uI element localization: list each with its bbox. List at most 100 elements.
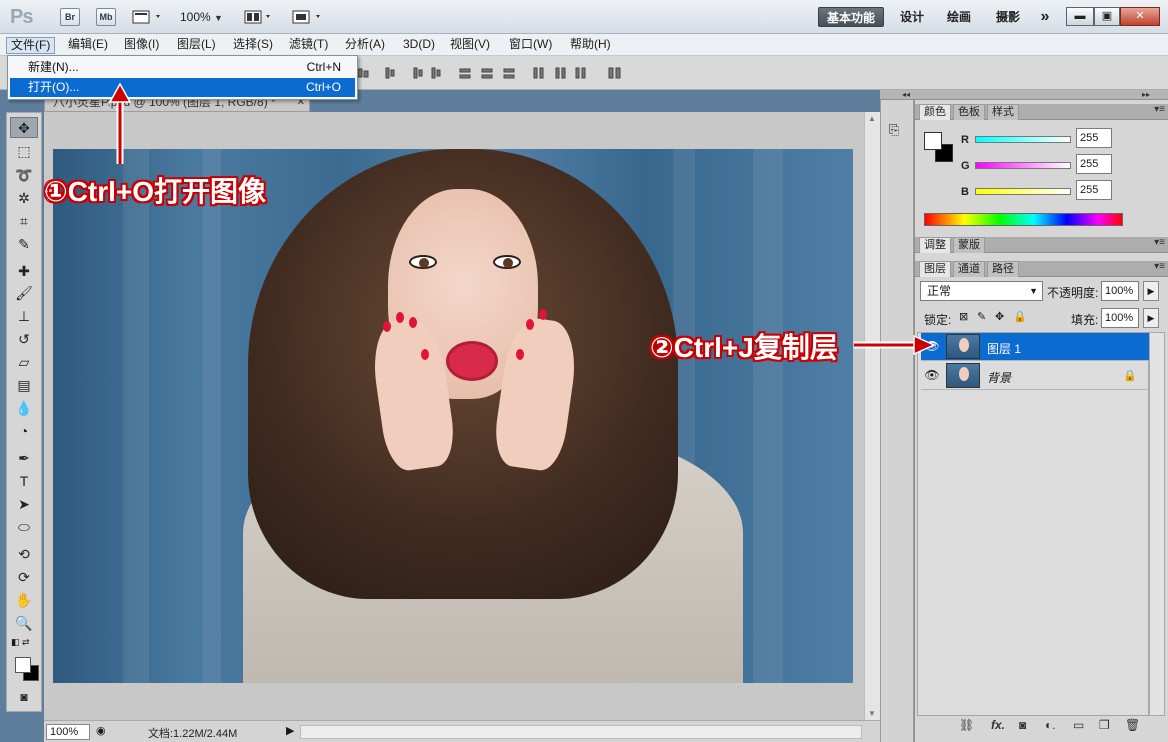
scroll-up-icon[interactable]: ▲ <box>868 114 876 123</box>
scroll-down-icon[interactable]: ▼ <box>868 709 876 718</box>
healing-brush-tool[interactable]: ✚ <box>10 261 38 282</box>
marquee-tool[interactable]: ⬚ <box>10 141 38 162</box>
green-value-field[interactable]: 255 <box>1076 154 1112 174</box>
type-tool[interactable]: T <box>10 471 38 492</box>
panel-menu-icon[interactable]: ▾≡ <box>1154 261 1165 272</box>
brush-tool[interactable]: 🖌 <box>10 283 38 304</box>
fill-slider-button[interactable]: ▶ <box>1143 308 1159 328</box>
zoom-level-select[interactable]: 100% ▼ <box>180 10 223 24</box>
blend-mode-select[interactable]: 正常 ▼ <box>920 281 1043 301</box>
green-slider[interactable] <box>975 162 1071 169</box>
opacity-field[interactable]: 100% <box>1101 281 1139 301</box>
tab-styles[interactable]: 样式 <box>987 104 1019 120</box>
menu-window[interactable]: 窗口(W) <box>505 37 556 54</box>
lock-all-icon[interactable]: 🔒 <box>1013 310 1027 323</box>
tab-layers[interactable]: 图层 <box>919 261 951 277</box>
distribute-buttons[interactable] <box>458 65 588 81</box>
3d-orbit-tool[interactable]: ⟳ <box>10 567 38 588</box>
fill-field[interactable]: 100% <box>1101 308 1139 328</box>
mini-bridge-button[interactable]: Mb <box>96 8 116 26</box>
lock-pixels-icon[interactable]: ✎ <box>977 310 986 323</box>
panel-menu-icon[interactable]: ▾≡ <box>1154 237 1165 248</box>
document-image[interactable] <box>53 149 853 683</box>
menu-item-new[interactable]: 新建(N)... Ctrl+N <box>10 58 355 77</box>
tab-swatches[interactable]: 色板 <box>953 104 985 120</box>
blur-tool[interactable]: 💧 <box>10 398 38 419</box>
lasso-tool[interactable]: ➰ <box>10 165 38 186</box>
close-button[interactable]: ✕ <box>1120 7 1160 26</box>
tab-adjustments[interactable]: 调整 <box>919 237 951 253</box>
history-brush-tool[interactable]: ↺ <box>10 329 38 350</box>
menu-layer[interactable]: 图层(L) <box>173 37 220 54</box>
tab-color[interactable]: 颜色 <box>919 104 951 120</box>
quick-select-tool[interactable]: ✲ <box>10 188 38 209</box>
foreground-color-swatch[interactable] <box>15 657 31 673</box>
menu-view[interactable]: 视图(V) <box>446 37 494 54</box>
opacity-slider-button[interactable]: ▶ <box>1143 281 1159 301</box>
workspace-essentials-button[interactable]: 基本功能 <box>818 7 884 27</box>
pen-tool[interactable]: ✒ <box>10 448 38 469</box>
menu-help[interactable]: 帮助(H) <box>566 37 615 54</box>
zoom-tool[interactable]: 🔍 <box>10 613 38 634</box>
menu-edit[interactable]: 编辑(E) <box>64 37 112 54</box>
red-slider[interactable] <box>975 136 1071 143</box>
minimize-button[interactable]: ▬ <box>1066 7 1094 26</box>
lock-transparent-icon[interactable]: ⊠ <box>959 310 968 323</box>
auto-align-button[interactable] <box>606 65 626 81</box>
menu-select[interactable]: 选择(S) <box>229 37 277 54</box>
menu-file[interactable]: 文件(F) <box>6 37 56 54</box>
tab-channels[interactable]: 通道 <box>953 261 985 277</box>
layer-row[interactable]: 👁 图层 1 <box>921 333 1151 361</box>
color-spectrum[interactable] <box>924 213 1123 226</box>
workspace-design-button[interactable]: 设计 <box>893 7 931 27</box>
tab-masks[interactable]: 蒙版 <box>953 237 985 253</box>
eraser-tool[interactable]: ▱ <box>10 352 38 373</box>
menu-image[interactable]: 图像(I) <box>120 37 163 54</box>
clone-stamp-tool[interactable]: ⊥ <box>10 306 38 327</box>
horizontal-scrollbar[interactable] <box>300 725 862 739</box>
vertical-scrollbar[interactable]: ▲ ▼ <box>864 112 880 720</box>
crop-tool[interactable]: ⌗ <box>10 211 38 232</box>
more-workspaces-button[interactable]: » <box>1034 7 1056 27</box>
add-mask-icon[interactable]: ◙ <box>1019 718 1026 732</box>
panel-collapse-bar[interactable]: ◂◂ ▸▸ <box>880 90 1168 100</box>
collapse-right-icon[interactable]: ▸▸ <box>1142 90 1150 99</box>
new-group-icon[interactable]: ▭ <box>1073 718 1084 732</box>
eyedropper-tool[interactable]: ✎ <box>10 234 38 255</box>
shape-tool[interactable]: ⬭ <box>10 517 38 538</box>
lock-position-icon[interactable]: ✥ <box>995 310 1004 323</box>
adjustment-layer-icon[interactable]: ◐. <box>1045 718 1056 732</box>
path-select-tool[interactable]: ➤ <box>10 494 38 515</box>
menu-3d[interactable]: 3D(D) <box>399 37 439 54</box>
align-buttons[interactable] <box>356 65 446 81</box>
bridge-button[interactable]: Br <box>60 8 80 26</box>
eye-icon[interactable]: 👁 <box>923 368 941 384</box>
zoom-field[interactable]: 100% <box>46 724 90 740</box>
blue-value-field[interactable]: 255 <box>1076 180 1112 200</box>
default-colors-icon[interactable]: ◧ ⇄ <box>11 637 30 648</box>
quick-mask-button[interactable]: ◙ <box>10 687 38 708</box>
maximize-button[interactable]: ▣ <box>1094 7 1120 26</box>
color-foreground-swatch[interactable] <box>924 132 942 150</box>
layer-row[interactable]: 👁 背景 🔒 <box>921 362 1151 390</box>
view-extras-button[interactable] <box>132 9 164 25</box>
delete-layer-icon[interactable]: 🗑 <box>1125 718 1140 732</box>
workspace-painting-button[interactable]: 绘画 <box>940 7 978 27</box>
arrange-documents-button[interactable] <box>244 9 276 25</box>
menu-filter[interactable]: 滤镜(T) <box>285 37 332 54</box>
workspace-photography-button[interactable]: 摄影 <box>988 7 1028 27</box>
layers-scrollbar[interactable] <box>1149 332 1165 716</box>
hand-tool[interactable]: ✋ <box>10 590 38 611</box>
status-menu-icon[interactable]: ◉ <box>96 724 106 737</box>
blue-slider[interactable] <box>975 188 1071 195</box>
new-layer-icon[interactable]: ❐ <box>1099 718 1110 732</box>
collapse-left-icon[interactable]: ◂◂ <box>902 90 910 99</box>
red-value-field[interactable]: 255 <box>1076 128 1112 148</box>
tab-paths[interactable]: 路径 <box>987 261 1019 277</box>
fx-icon[interactable]: fx. <box>991 718 1005 732</box>
3d-rotate-tool[interactable]: ⟲ <box>10 544 38 565</box>
menu-analysis[interactable]: 分析(A) <box>341 37 389 54</box>
link-layers-icon[interactable]: ⛓ <box>959 718 974 732</box>
menu-item-open[interactable]: 打开(O)... Ctrl+O <box>10 78 355 97</box>
move-tool[interactable]: ✥ <box>10 117 38 138</box>
